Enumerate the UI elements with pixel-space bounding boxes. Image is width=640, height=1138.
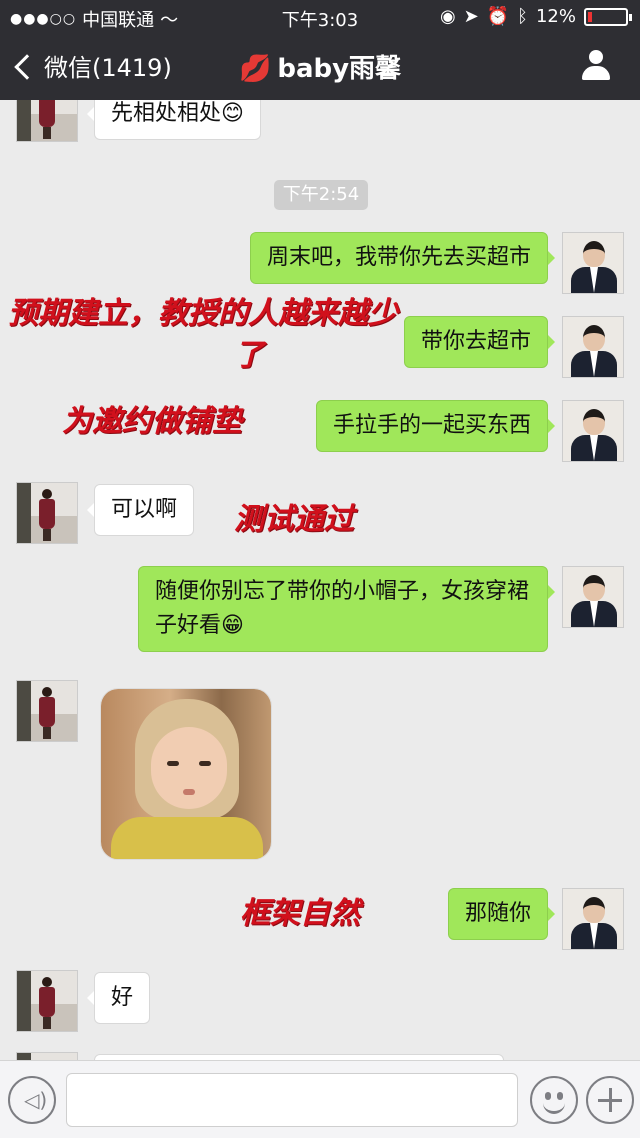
avatar-self[interactable] bbox=[562, 316, 624, 378]
avatar-contact[interactable] bbox=[16, 970, 78, 1032]
message-bubble-incoming[interactable]: 先相处相处😊 bbox=[87, 100, 261, 140]
message-timestamp: 下午2:54 bbox=[274, 180, 368, 210]
message-input[interactable] bbox=[66, 1073, 518, 1127]
avatar-self[interactable] bbox=[562, 232, 624, 294]
avatar-contact[interactable] bbox=[16, 482, 78, 544]
top-bar: ●●●○○ 中国联通 〜 下午3:03 ◉ ➤ ⏰ ᛒ 12% 微信(1419)… bbox=[0, 0, 640, 100]
baby-hood-sticker[interactable] bbox=[100, 688, 272, 860]
annotation-expectation-cont: 了 bbox=[234, 338, 264, 373]
avatar-self[interactable] bbox=[562, 888, 624, 950]
avatar-self[interactable] bbox=[562, 566, 624, 628]
input-bar: ◁) bbox=[0, 1060, 640, 1138]
alarm-icon: ⏰ bbox=[486, 6, 510, 27]
message-bubble-outgoing[interactable]: 那随你 bbox=[447, 888, 556, 940]
battery-icon bbox=[584, 7, 632, 26]
avatar-contact[interactable] bbox=[16, 680, 78, 742]
lips-icon: 💋 bbox=[238, 54, 272, 84]
annotation-test-passed: 测试通过 bbox=[234, 502, 354, 537]
message-bubble-outgoing[interactable]: 手拉手的一起买东西 bbox=[315, 400, 556, 452]
avatar-contact[interactable] bbox=[16, 100, 78, 142]
emoji-icon[interactable] bbox=[530, 1076, 578, 1124]
chat-title: 💋 baby雨馨 bbox=[0, 48, 640, 85]
annotation-invite: 为邀约做铺垫 bbox=[62, 404, 242, 439]
voice-icon[interactable]: ◁) bbox=[8, 1076, 56, 1124]
location-icon: ➤ bbox=[463, 6, 479, 27]
lock-rotation-icon: ◉ bbox=[439, 6, 456, 27]
message-bubble-outgoing[interactable]: 周末吧，我带你先去买超市 bbox=[249, 232, 556, 284]
message-bubble-outgoing[interactable]: 带你去超市 bbox=[403, 316, 556, 368]
annotation-expectation: 预期建立，教授的人越来越少 bbox=[8, 296, 398, 331]
profile-icon[interactable] bbox=[580, 50, 612, 82]
avatar-self[interactable] bbox=[562, 400, 624, 462]
status-bar: ●●●○○ 中国联通 〜 下午3:03 ◉ ➤ ⏰ ᛒ 12% bbox=[0, 0, 640, 34]
message-bubble-incoming[interactable]: 可以啊 bbox=[86, 484, 195, 536]
message-bubble-outgoing[interactable]: 随便你别忘了带你的小帽子，女孩穿裙子好看😁 bbox=[138, 566, 555, 652]
plus-icon[interactable] bbox=[586, 1076, 634, 1124]
annotation-frame: 框架自然 bbox=[240, 896, 360, 931]
bluetooth-icon: ᛒ bbox=[517, 6, 528, 27]
chat-title-text: baby雨馨 bbox=[277, 54, 402, 84]
nav-bar: 微信(1419) 💋 baby雨馨 bbox=[0, 34, 640, 100]
chat-area[interactable]: 先相处相处😊 下午2:54 周末吧，我带你先去买超市 带你去超市 手拉手的一起买… bbox=[0, 100, 640, 1060]
battery-percent: 12% bbox=[535, 6, 576, 27]
message-bubble-incoming[interactable]: 好 bbox=[86, 972, 151, 1024]
avatar-contact[interactable] bbox=[16, 1052, 78, 1060]
